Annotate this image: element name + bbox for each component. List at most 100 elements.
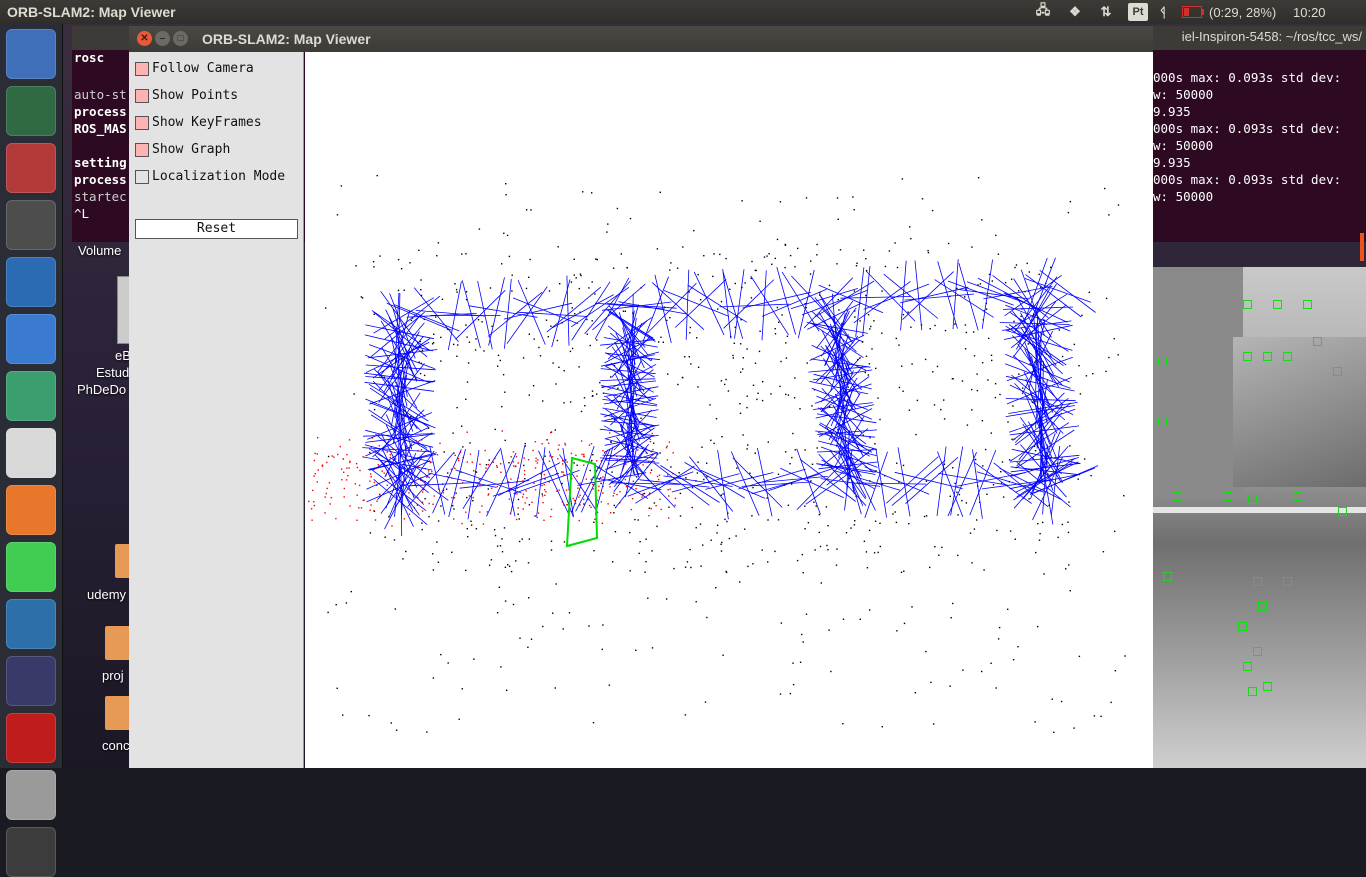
reference-point: [483, 523, 484, 524]
reference-point: [467, 461, 468, 462]
reference-point: [347, 475, 348, 476]
map-point: [469, 442, 470, 443]
battery-status[interactable]: (0:29, 28%): [1209, 3, 1276, 21]
desktop-label[interactable]: proj: [102, 668, 124, 683]
reference-point: [369, 481, 370, 482]
terminal-tab-label[interactable]: rosc: [74, 50, 104, 65]
map-point: [1074, 344, 1075, 345]
checkbox-box[interactable]: [135, 170, 149, 184]
reference-point: [481, 505, 482, 506]
maximize-icon[interactable]: □: [173, 31, 188, 46]
keyframe-line: [498, 463, 560, 496]
map-point: [433, 677, 434, 678]
firefox-icon[interactable]: [6, 485, 56, 535]
map-point: [527, 647, 528, 648]
network-icon[interactable]: 🖧: [1032, 3, 1054, 21]
vscode-icon[interactable]: [6, 257, 56, 307]
map-point: [901, 572, 902, 573]
map-point: [777, 307, 778, 308]
map-point: [999, 627, 1000, 628]
map-point: [505, 440, 506, 441]
map-point: [653, 443, 654, 444]
map-point: [885, 266, 886, 267]
checkbox-box[interactable]: [135, 62, 149, 76]
map-canvas[interactable]: [305, 52, 1153, 768]
transfer-arrows-icon[interactable]: ⇅: [1096, 3, 1116, 21]
reference-point: [379, 494, 380, 495]
map-point: [869, 363, 870, 364]
map-point: [836, 548, 837, 549]
map-point: [590, 345, 591, 346]
desktop-label[interactable]: PhDeDo: [77, 382, 126, 397]
simplenote-icon[interactable]: [6, 314, 56, 364]
terminal-line: 000s max: 0.093s std dev:: [1153, 172, 1341, 187]
map-point: [742, 434, 743, 435]
map-point: [337, 688, 338, 689]
ubuntu-dash-icon[interactable]: [6, 29, 56, 79]
show-keyframes-checkbox[interactable]: Show KeyFrames: [135, 114, 262, 131]
reference-point: [583, 465, 584, 466]
close-icon[interactable]: ✕: [137, 31, 152, 46]
dropbox-icon[interactable]: ❖: [1065, 3, 1085, 21]
map-point: [505, 194, 506, 195]
filezilla-icon[interactable]: [6, 713, 56, 763]
folder-icon[interactable]: [105, 696, 131, 730]
map-point: [1084, 458, 1085, 459]
map-point: [744, 282, 745, 283]
qt-icon[interactable]: [6, 542, 56, 592]
bluetooth-icon[interactable]: ᛩ: [1156, 3, 1170, 21]
chrome-icon[interactable]: [6, 428, 56, 478]
desktop-label[interactable]: Volume: [78, 243, 121, 258]
camera-app-icon[interactable]: [6, 86, 56, 136]
mysql-workbench-icon[interactable]: [6, 599, 56, 649]
map-point: [721, 436, 722, 437]
minimize-icon[interactable]: –: [155, 31, 170, 46]
battery-icon[interactable]: [1182, 3, 1204, 21]
localization-mode-checkbox[interactable]: Localization Mode: [135, 168, 285, 185]
folder-icon[interactable]: [105, 626, 131, 660]
desktop-label[interactable]: conc: [102, 738, 129, 753]
files-icon[interactable]: [6, 143, 56, 193]
atom-icon[interactable]: [6, 371, 56, 421]
checkbox-box[interactable]: [135, 89, 149, 103]
map-point: [995, 383, 996, 384]
pt-indicator[interactable]: Pt: [1128, 3, 1148, 21]
map-point: [402, 558, 403, 559]
desktop-label[interactable]: Estud: [96, 365, 129, 380]
checkbox-box[interactable]: [135, 116, 149, 130]
reference-point: [357, 495, 358, 496]
map-point: [1028, 343, 1029, 344]
sublime-text-icon[interactable]: [6, 200, 56, 250]
reference-point: [349, 505, 350, 506]
map-point: [967, 424, 968, 425]
map-point: [813, 502, 814, 503]
map-point: [436, 541, 437, 542]
follow-camera-checkbox[interactable]: Follow Camera: [135, 60, 254, 77]
reference-point: [631, 509, 632, 510]
map-point: [729, 538, 730, 539]
show-points-checkbox[interactable]: Show Points: [135, 87, 238, 104]
map-3d-view[interactable]: [305, 52, 1153, 768]
system-monitor-icon[interactable]: [6, 770, 56, 820]
reference-point: [518, 462, 519, 463]
feature-keypoint: [1173, 287, 1182, 296]
eclipse-icon[interactable]: [6, 656, 56, 706]
reset-button[interactable]: Reset: [135, 219, 298, 239]
window-titlebar[interactable]: ✕ – □ ORB-SLAM2: Map Viewer: [129, 26, 1153, 52]
reference-point: [537, 459, 538, 460]
map-point: [804, 528, 805, 529]
terminal-icon[interactable]: [6, 827, 56, 877]
checkbox-box[interactable]: [135, 143, 149, 157]
map-point: [500, 360, 501, 361]
map-point: [744, 529, 745, 530]
terminal-scrollbar[interactable]: [1360, 233, 1364, 261]
map-point: [1007, 609, 1008, 610]
map-point: [929, 567, 930, 568]
map-point: [1009, 459, 1010, 460]
reference-point: [667, 489, 668, 490]
clock[interactable]: 10:20: [1293, 3, 1326, 21]
desktop-label[interactable]: udemy: [87, 587, 126, 602]
show-graph-checkbox[interactable]: Show Graph: [135, 141, 230, 158]
feature-keypoint: [1238, 622, 1247, 631]
reference-point: [443, 492, 444, 493]
